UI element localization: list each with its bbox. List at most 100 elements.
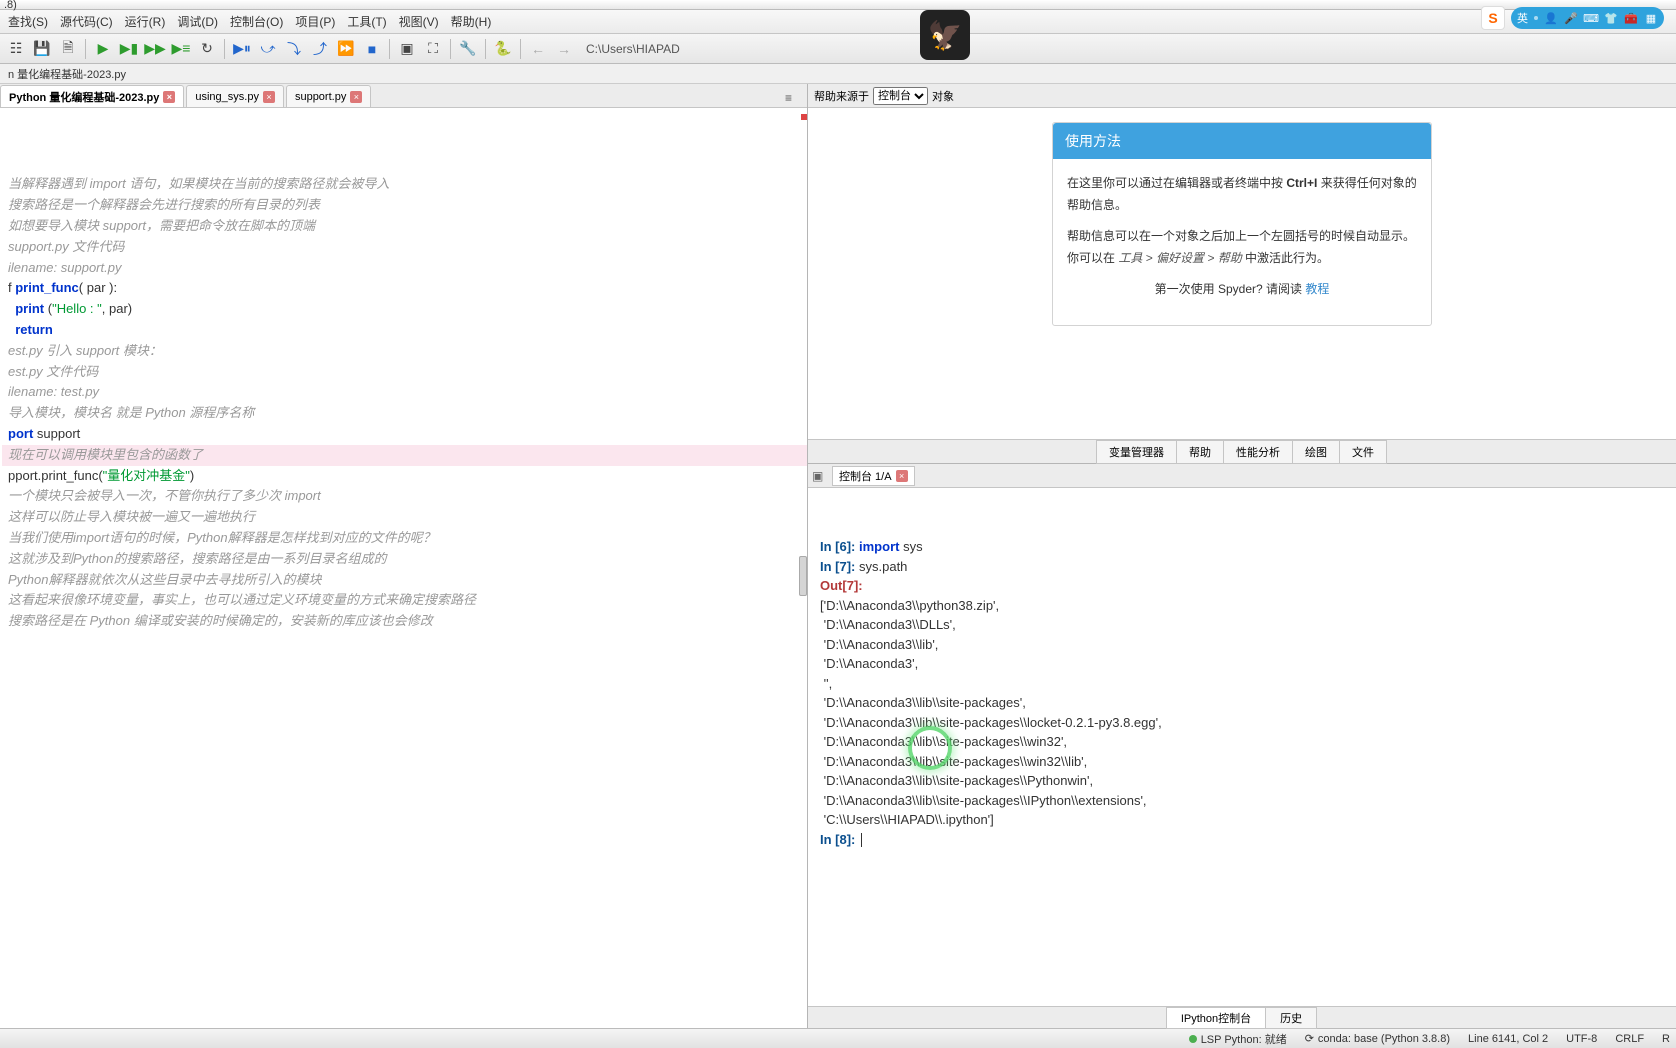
help-source-select[interactable]: 控制台: [873, 87, 928, 105]
fullscreen-icon[interactable]: ⛶: [421, 37, 445, 61]
menu-debug[interactable]: 调试(D): [171, 11, 224, 32]
outline-icon[interactable]: ☷: [4, 37, 28, 61]
status-encoding[interactable]: UTF-8: [1566, 1031, 1597, 1047]
toolbar: ☷ 💾 🗎 ▶ ▶▮ ▶▶ ▶≡ ↻ ▶⏸ ⤻ ⤵ ⤴ ⏩ ■ ▣ ⛶ 🔧 🐍 …: [0, 34, 1676, 64]
person-icon: 👤: [1544, 11, 1558, 25]
usage-p1: 在这里你可以通过在编辑器或者终端中按 Ctrl+I 来获得任何对象的帮助信息。: [1067, 173, 1417, 216]
console-line: Out[7]:: [820, 576, 1664, 596]
console-tab-1a[interactable]: 控制台 1/A ×: [832, 466, 915, 486]
console-line: '',: [820, 674, 1664, 694]
tab-support[interactable]: support.py ×: [286, 85, 371, 107]
tab-profiler[interactable]: 性能分析: [1223, 440, 1293, 464]
step-over-icon[interactable]: ⤻: [256, 37, 280, 61]
close-icon[interactable]: ×: [263, 91, 275, 103]
kernel-icon[interactable]: ▣: [812, 469, 828, 483]
menu-run[interactable]: 运行(R): [119, 11, 172, 32]
ime-pill[interactable]: 英 👤 🎤 ⌨ 👕 🧰 ▦: [1511, 7, 1664, 29]
save-all-icon[interactable]: 🗎: [56, 37, 80, 61]
splitter-handle[interactable]: [799, 556, 807, 596]
code-line: pport.print_func("量化对冲基金"): [2, 466, 807, 487]
console-tab-label: 控制台 1/A: [839, 468, 892, 484]
menu-source[interactable]: 源代码(C): [54, 11, 119, 32]
usage-card: 使用方法 在这里你可以通过在编辑器或者终端中按 Ctrl+I 来获得任何对象的帮…: [1052, 122, 1432, 326]
separator: [450, 39, 451, 59]
run-icon[interactable]: ▶: [91, 37, 115, 61]
close-icon[interactable]: ×: [896, 470, 908, 482]
console-line: 'D:\\Anaconda3\\lib\\site-packages',: [820, 693, 1664, 713]
tutorial-link[interactable]: 教程: [1305, 282, 1329, 296]
editor-pane: Python 量化编程基础-2023.py × using_sys.py × s…: [0, 84, 808, 1028]
title-bar: .8): [0, 0, 1676, 10]
close-icon[interactable]: ×: [163, 91, 175, 103]
status-conda[interactable]: ⟳conda: base (Python 3.8.8): [1305, 1031, 1450, 1047]
text-cursor: [861, 833, 862, 847]
pythonpath-icon[interactable]: 🐍: [491, 37, 515, 61]
code-line: 这样可以防止导入模块被一遍又一遍地执行: [2, 507, 807, 528]
help-body: 使用方法 在这里你可以通过在编辑器或者终端中按 Ctrl+I 来获得任何对象的帮…: [808, 108, 1676, 439]
separator: [389, 39, 390, 59]
save-icon[interactable]: 💾: [30, 37, 54, 61]
code-line: Python解释器就依次从这些目录中去寻找所引入的模块: [2, 570, 807, 591]
back-icon[interactable]: ←: [526, 37, 550, 61]
prefs-icon[interactable]: 🔧: [456, 37, 480, 61]
console-output[interactable]: In [6]: import sysIn [7]: sys.pathOut[7]…: [808, 488, 1676, 1006]
code-line: return: [2, 320, 807, 341]
console-tabs: ▣ 控制台 1/A ×: [808, 464, 1676, 488]
code-line: 当我们使用import语句的时候，Python解释器是怎样找到对应的文件的呢？: [2, 528, 807, 549]
continue-icon[interactable]: ⏩: [334, 37, 358, 61]
tab-help[interactable]: 帮助: [1176, 440, 1224, 464]
console-line: In [6]: import sys: [820, 537, 1664, 557]
rerun-icon[interactable]: ↻: [195, 37, 219, 61]
menu-find[interactable]: 查找(S): [2, 11, 54, 32]
code-line: est.py 引入 support 模块：: [2, 341, 807, 362]
sogou-icon[interactable]: S: [1481, 6, 1505, 30]
code-line: print ("Hello : ", par): [2, 299, 807, 320]
console-line: 'D:\\Anaconda3\\DLLs',: [820, 615, 1664, 635]
console-line: In [7]: sys.path: [820, 557, 1664, 577]
step-into-icon[interactable]: ⤵: [282, 37, 306, 61]
max-pane-icon[interactable]: ▣: [395, 37, 419, 61]
close-icon[interactable]: ×: [350, 91, 362, 103]
tab-label: Python 量化编程基础-2023.py: [9, 89, 159, 105]
console-line: 'D:\\Anaconda3',: [820, 654, 1664, 674]
separator: [485, 39, 486, 59]
editor-tabs: Python 量化编程基础-2023.py × using_sys.py × s…: [0, 84, 807, 108]
help-source-label: 帮助来源于: [814, 88, 869, 104]
forward-icon[interactable]: →: [552, 37, 576, 61]
scroll-marker: [801, 114, 807, 120]
menu-view[interactable]: 视图(V): [393, 11, 445, 32]
run-cell-advance-icon[interactable]: ▶▶: [143, 37, 167, 61]
status-eol[interactable]: CRLF: [1615, 1031, 1644, 1047]
tab-history[interactable]: 历史: [1265, 1007, 1317, 1029]
tab-using-sys[interactable]: using_sys.py ×: [186, 85, 284, 107]
console-pane: ▣ 控制台 1/A × In [6]: import sysIn [7]: sy…: [808, 464, 1676, 1028]
menu-console[interactable]: 控制台(O): [224, 11, 289, 32]
stop-icon[interactable]: ■: [360, 37, 384, 61]
debug-start-icon[interactable]: ▶⏸: [230, 37, 254, 61]
menu-project[interactable]: 项目(P): [289, 11, 341, 32]
step-out-icon[interactable]: ⤴: [308, 37, 332, 61]
status-rw: R: [1662, 1031, 1670, 1047]
tab-options-icon[interactable]: ≡: [785, 91, 801, 107]
tab-var-explorer[interactable]: 变量管理器: [1096, 440, 1177, 464]
menu-tools[interactable]: 工具(T): [341, 11, 392, 32]
breadcrumb-file[interactable]: n 量化编程基础-2023.py: [4, 66, 130, 82]
breadcrumb: n 量化编程基础-2023.py: [0, 64, 1676, 84]
tab-main-file[interactable]: Python 量化编程基础-2023.py ×: [0, 85, 184, 107]
tab-plots[interactable]: 绘图: [1292, 440, 1340, 464]
run-selection-icon[interactable]: ▶≡: [169, 37, 193, 61]
menu-help[interactable]: 帮助(H): [445, 11, 498, 32]
run-cell-icon[interactable]: ▶▮: [117, 37, 141, 61]
separator: [85, 39, 86, 59]
code-line: f print_func( par ):: [2, 278, 807, 299]
mic-icon: 🎤: [1564, 11, 1578, 25]
tab-files[interactable]: 文件: [1339, 440, 1387, 464]
status-line-col[interactable]: Line 6141, Col 2: [1468, 1031, 1548, 1047]
main-area: Python 量化编程基础-2023.py × using_sys.py × s…: [0, 84, 1676, 1028]
code-line: 搜索路径是一个解释器会先进行搜索的所有目录的列表: [2, 195, 807, 216]
tab-ipython[interactable]: IPython控制台: [1166, 1007, 1266, 1029]
status-lsp: LSP Python: 就绪: [1189, 1031, 1287, 1047]
working-dir[interactable]: C:\Users\HIAPAD: [586, 42, 680, 56]
code-line: port support: [2, 424, 807, 445]
code-editor[interactable]: 当解释器遇到 import 语句，如果模块在当前的搜索路径就会被导入搜索路径是一…: [0, 108, 807, 1028]
